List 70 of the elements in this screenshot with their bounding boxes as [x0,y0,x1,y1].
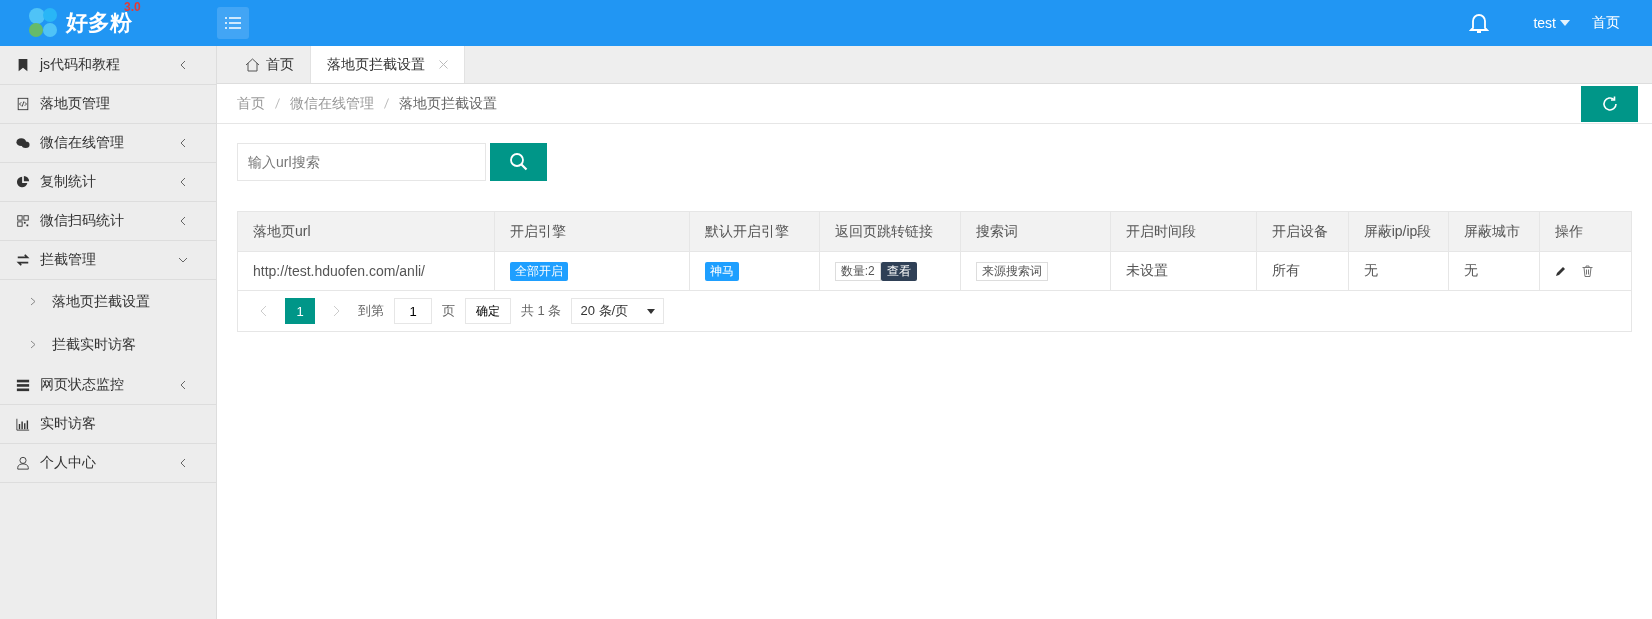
prev-page-icon[interactable] [260,305,267,317]
page-tab[interactable]: 落地页拦截设置 [310,46,465,83]
view-button[interactable]: 查看 [880,261,917,281]
caret-icon [647,308,656,314]
edit-icon[interactable] [1554,265,1566,277]
sidebar-item[interactable]: 拦截管理 [0,241,216,280]
table-cell: 无 [1448,251,1540,291]
caret-icon [1560,20,1570,26]
column-header: 开启引擎 [494,212,690,252]
search-icon [508,152,529,172]
sidebar-icon [16,58,30,72]
sidebar-icon [16,214,30,228]
page-input[interactable]: 1 [394,298,432,324]
total-count: 共 1 条 [521,302,562,320]
home-icon [245,57,260,72]
breadcrumb-item: 落地页拦截设置 [399,94,497,113]
column-header: 屏蔽城市 [1448,212,1540,252]
chevron-icon [30,297,36,306]
sidebar-item[interactable]: 落地页管理 [0,85,216,124]
menu-button[interactable] [217,7,249,39]
slash-separator-icon [275,98,280,109]
notification-bell-icon[interactable] [1469,12,1490,34]
table-cell: 未设置 [1110,251,1257,291]
trash-icon[interactable] [1581,265,1593,277]
sidebar-item[interactable]: 网页状态监控 [0,366,216,405]
refresh-icon [1600,95,1619,113]
column-header: 搜索词 [960,212,1111,252]
sidebar-icon [16,456,30,470]
count-tag: 数量:2 [834,261,881,281]
sidebar-item[interactable]: 微信扫码统计 [0,202,216,241]
table-cell: 所有 [1256,251,1349,291]
sidebar-icon [16,97,30,111]
table-cell: http://test.hduofen.com/anli/ [238,251,495,291]
sidebar-subitem[interactable]: 落地页拦截设置 [0,280,216,323]
sidebar-item[interactable]: 实时访客 [0,405,216,444]
search-button[interactable] [490,143,547,181]
page-button[interactable]: 1 [285,298,315,324]
engine-badge: 全部开启 [509,261,568,281]
sidebar-icon [16,136,30,150]
page-unit: 页 [442,302,455,320]
sidebar-item[interactable]: js代码和教程 [0,46,216,85]
chevron-icon [30,340,36,349]
engine-badge: 神马 [704,261,739,281]
clover-logo-icon [26,6,60,40]
sidebar-item[interactable]: 复制统计 [0,163,216,202]
close-icon[interactable] [439,60,448,69]
sidebar-item[interactable]: 微信在线管理 [0,124,216,163]
column-header: 屏蔽ip/ip段 [1348,212,1449,252]
keyword-tag: 来源搜索词 [975,261,1048,281]
next-page-icon[interactable] [333,305,340,317]
table-cell: 无 [1348,251,1449,291]
slash-separator-icon [384,98,389,109]
column-header: 落地页url [238,212,495,252]
refresh-button[interactable] [1581,86,1638,122]
sidebar-icon [16,378,30,392]
column-header: 默认开启引擎 [689,212,820,252]
column-header: 操作 [1539,212,1631,252]
column-header: 开启时间段 [1110,212,1257,252]
column-header: 开启设备 [1256,212,1349,252]
page-size-select[interactable]: 20 条/页 [571,298,665,324]
sidebar-icon [16,417,30,431]
menu-icon [225,17,241,29]
column-header: 返回页跳转链接 [819,212,961,252]
goto-label: 到第 [358,302,384,320]
sidebar-icon [16,253,30,267]
sidebar-item[interactable]: 个人中心 [0,444,216,483]
search-field[interactable]: 输入url搜索 [237,143,486,181]
confirm-button[interactable]: 确定 [465,298,511,324]
sidebar-subitem[interactable]: 拦截实时访客 [0,323,216,366]
sidebar-icon [16,175,30,189]
